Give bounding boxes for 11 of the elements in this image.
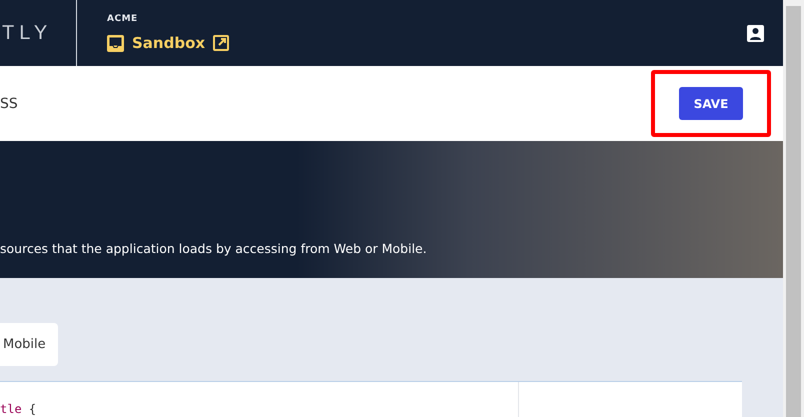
tab[interactable]: Mobile (0, 323, 58, 366)
scrollbar-thumb[interactable] (786, 6, 801, 417)
code-line: tle { (0, 402, 36, 416)
save-button[interactable]: SAVE (679, 87, 743, 120)
tenant-name[interactable]: Sandbox (132, 34, 206, 52)
inbox-icon (107, 34, 124, 52)
user-icon[interactable] (747, 24, 764, 42)
banner-description: sources that the application loads by accessing from Web or Mobile. (0, 241, 427, 256)
page-title: SS (0, 96, 18, 112)
org-label: ACME (107, 14, 138, 24)
external-link-icon[interactable] (213, 35, 230, 51)
